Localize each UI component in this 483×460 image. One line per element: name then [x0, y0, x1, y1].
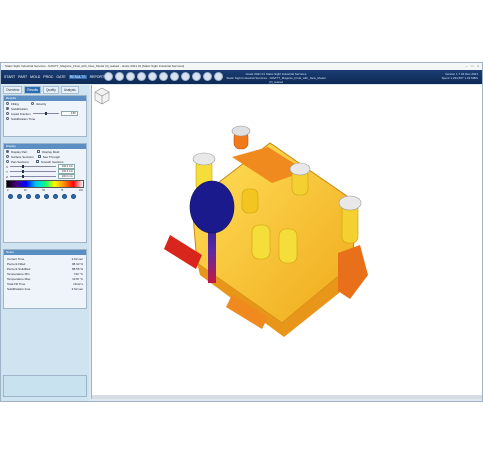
next-frame-icon[interactable] — [44, 194, 49, 199]
legend-tick: 25 — [23, 189, 27, 192]
field-label: Y — [6, 169, 9, 174]
y-slider[interactable] — [10, 170, 57, 173]
window-title: Static Sight Industrial Services - NAVIT… — [5, 64, 185, 68]
radio-icon[interactable] — [6, 117, 9, 120]
x-slider[interactable] — [10, 165, 57, 168]
window-controls: – □ × — [466, 64, 479, 68]
zoom-fit-icon[interactable] — [148, 72, 157, 81]
display-section: Display Display Part Display Mold Surfac… — [3, 143, 87, 243]
pan-icon[interactable] — [126, 72, 135, 81]
rotate-icon[interactable] — [115, 72, 124, 81]
radio-icon[interactable] — [6, 102, 9, 105]
legend-tick: 100 — [78, 189, 83, 192]
3d-viewport[interactable] — [91, 85, 482, 399]
empty-section — [3, 375, 87, 397]
liquid-value-field[interactable]: 0.50 — [60, 111, 78, 116]
left-panel: Overview Results Quality Analysis Result… — [1, 85, 89, 401]
tab-overview[interactable]: Overview — [3, 86, 23, 94]
option-label: Solidification Time — [11, 116, 36, 121]
option-label: Liquid Fraction — [11, 111, 31, 116]
option-label: Velocity — [35, 101, 47, 106]
play-icon[interactable] — [170, 72, 179, 81]
version-line-2: Spent 1,234,567 1.23 MB/s — [441, 76, 478, 80]
minimize-icon[interactable]: – — [466, 64, 468, 68]
menu-results[interactable]: RESULTS — [68, 75, 87, 79]
stat-row: Solidification time 3.62 sec — [4, 287, 86, 292]
boss — [241, 188, 259, 214]
display-mold-label: Display Mold — [42, 149, 60, 154]
legend-tick: 50 — [42, 189, 45, 192]
casting-model — [164, 125, 368, 337]
field-z: Z 100.0 mm — [4, 174, 86, 179]
app-window: Static Sight Industrial Services - NAVIT… — [0, 62, 483, 402]
tab-analysis[interactable]: Analysis — [60, 86, 79, 94]
playback-controls — [4, 192, 86, 201]
play-icon[interactable] — [26, 194, 31, 199]
z-slider[interactable] — [9, 175, 56, 178]
section-icon[interactable] — [159, 72, 168, 81]
stat-label: Solidification time — [7, 287, 31, 291]
radio-icon[interactable] — [6, 155, 9, 158]
radio-icon[interactable] — [6, 150, 9, 153]
menu-gate[interactable]: GATE — [56, 75, 65, 79]
radio-icon[interactable] — [6, 160, 9, 163]
export-icon[interactable] — [71, 194, 76, 199]
project-line-2: Static Sight Industrial Services - NAVIT… — [226, 76, 326, 84]
first-frame-icon[interactable] — [8, 194, 13, 199]
part-sections-label: Part Sections — [11, 159, 29, 164]
loop-icon[interactable] — [62, 194, 67, 199]
surface-sections-label: Surface Sections — [11, 154, 34, 159]
see-through-label: See Through — [42, 154, 60, 159]
menu-start[interactable]: START — [4, 75, 15, 79]
notes-section: Notes Current Time 3.62 sec Percent Fille… — [3, 249, 87, 309]
main-menu: START PART MOLD PROC GATE RESULTS REPORT — [4, 75, 104, 79]
home-view-icon[interactable] — [104, 72, 113, 81]
checkbox-icon[interactable] — [35, 160, 39, 163]
option-label: Solidification — [11, 106, 28, 111]
color-legend — [6, 180, 84, 188]
display-part-label: Display Part — [11, 149, 28, 154]
prev-frame-icon[interactable] — [17, 194, 22, 199]
stat-value: 3.62 sec — [71, 287, 83, 291]
status-bar — [92, 395, 482, 399]
z-value-field[interactable]: 100.0 mm — [57, 174, 75, 179]
record-icon[interactable] — [203, 72, 212, 81]
checkbox-icon[interactable] — [37, 155, 41, 158]
pause-icon[interactable] — [35, 194, 40, 199]
ribbon: START PART MOLD PROC GATE RESULTS REPORT… — [1, 70, 482, 84]
checkbox-icon[interactable] — [37, 150, 41, 153]
runner — [338, 245, 368, 299]
version-info: Version 1.7 04 Dec 2021 Spent 1,234,567 … — [442, 72, 478, 80]
zoom-icon[interactable] — [137, 72, 146, 81]
field-label: X — [6, 164, 9, 169]
legend-tick: 0 — [7, 189, 9, 192]
menu-mold[interactable]: MOLD — [30, 75, 40, 79]
option-label: Filling — [11, 101, 19, 106]
legend-tick: 75 — [60, 189, 64, 192]
toolbar — [104, 72, 223, 81]
maximize-icon[interactable]: □ — [471, 64, 473, 68]
stop-icon[interactable] — [192, 72, 201, 81]
close-icon[interactable]: × — [477, 64, 479, 68]
tab-quality[interactable]: Quality — [42, 86, 59, 94]
radio-icon[interactable] — [30, 102, 34, 105]
results-section: Results Filling Velocity Solidification … — [3, 95, 87, 137]
liquid-slider[interactable] — [32, 112, 59, 115]
tab-results[interactable]: Results — [24, 86, 41, 94]
pause-icon[interactable] — [181, 72, 190, 81]
menu-part[interactable]: PART — [18, 75, 27, 79]
menu-proc[interactable]: PROC — [43, 75, 53, 79]
boss — [278, 228, 298, 264]
radio-icon[interactable] — [6, 112, 9, 115]
boss — [251, 224, 271, 260]
project-info: Hosts 2021 01 Static Sight Industrial Se… — [221, 72, 331, 84]
menu-report[interactable]: REPORT — [90, 75, 105, 79]
smooth-sections-label: Smooth Sections — [40, 159, 64, 164]
radio-icon[interactable] — [6, 107, 9, 110]
field-label: Z — [6, 174, 8, 179]
panel-tabs: Overview Results Quality Analysis — [3, 86, 79, 94]
sprue-cup — [189, 180, 235, 234]
last-frame-icon[interactable] — [53, 194, 58, 199]
option-solidification-time[interactable]: Solidification Time — [4, 116, 86, 121]
